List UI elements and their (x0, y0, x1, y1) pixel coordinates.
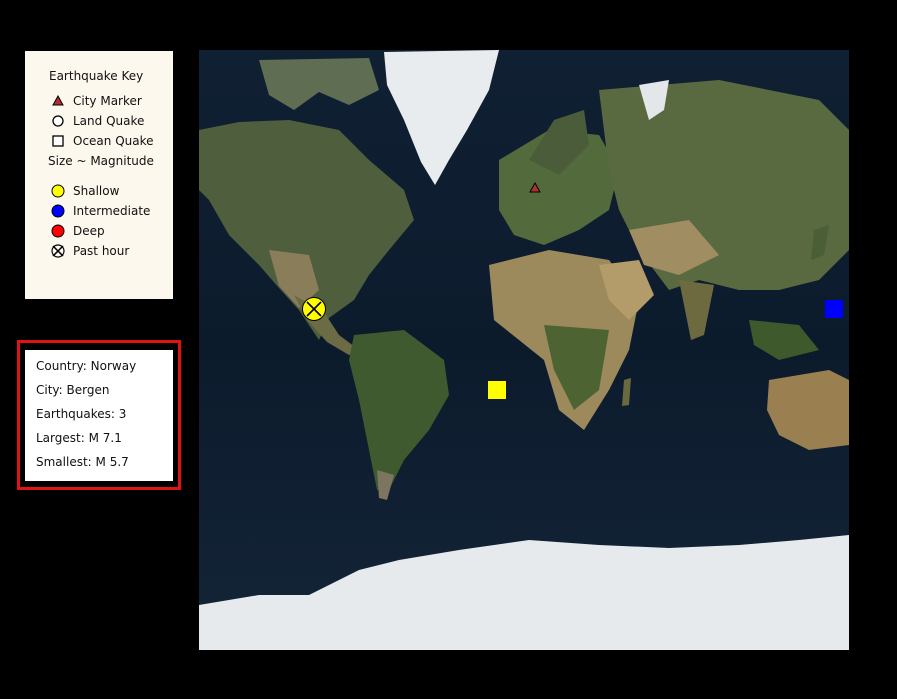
earthquake-key-panel: Earthquake Key City Marker Land Quake Oc… (25, 51, 173, 299)
info-largest: Largest: M 7.1 (36, 431, 122, 445)
world-map[interactable] (199, 50, 849, 650)
key-row-land-quake: Land Quake (51, 113, 144, 129)
key-size-note: Size ~ Magnitude (48, 154, 154, 168)
intermediate-circle-icon (51, 204, 65, 218)
ocean-quake-marker-intermediate[interactable] (825, 300, 843, 318)
info-country: Country: Norway (36, 359, 137, 373)
key-label-shallow: Shallow (73, 184, 120, 198)
key-row-city-marker: City Marker (51, 93, 142, 109)
key-row-deep: Deep (51, 223, 105, 239)
city-marker-icon (51, 94, 65, 108)
key-title: Earthquake Key (49, 69, 144, 83)
city-marker-bergen[interactable] (529, 182, 541, 194)
city-info-frame: Country: Norway City: Bergen Earthquakes… (17, 340, 181, 490)
info-earthquakes: Earthquakes: 3 (36, 407, 127, 421)
key-label-past-hour: Past hour (73, 244, 130, 258)
key-row-ocean-quake: Ocean Quake (51, 133, 154, 149)
key-label-ocean-quake: Ocean Quake (73, 134, 154, 148)
info-city: City: Bergen (36, 383, 110, 397)
land-quake-icon (51, 114, 65, 128)
key-label-deep: Deep (73, 224, 105, 238)
ocean-quake-icon (51, 134, 65, 148)
key-label-intermediate: Intermediate (73, 204, 151, 218)
key-label-land-quake: Land Quake (73, 114, 145, 128)
key-label-city-marker: City Marker (73, 94, 142, 108)
shallow-circle-icon (51, 184, 65, 198)
ocean-quake-marker-shallow[interactable] (488, 381, 506, 399)
city-info-panel: Country: Norway City: Bergen Earthquakes… (25, 350, 173, 481)
key-row-past-hour: Past hour (51, 243, 129, 259)
deep-circle-icon (51, 224, 65, 238)
past-hour-icon (51, 244, 65, 258)
key-row-shallow: Shallow (51, 183, 119, 199)
world-map-imagery (199, 50, 849, 650)
info-smallest: Smallest: M 5.7 (36, 455, 129, 469)
land-quake-marker-shallow-past-hour[interactable] (301, 296, 327, 322)
key-row-intermediate: Intermediate (51, 203, 150, 219)
